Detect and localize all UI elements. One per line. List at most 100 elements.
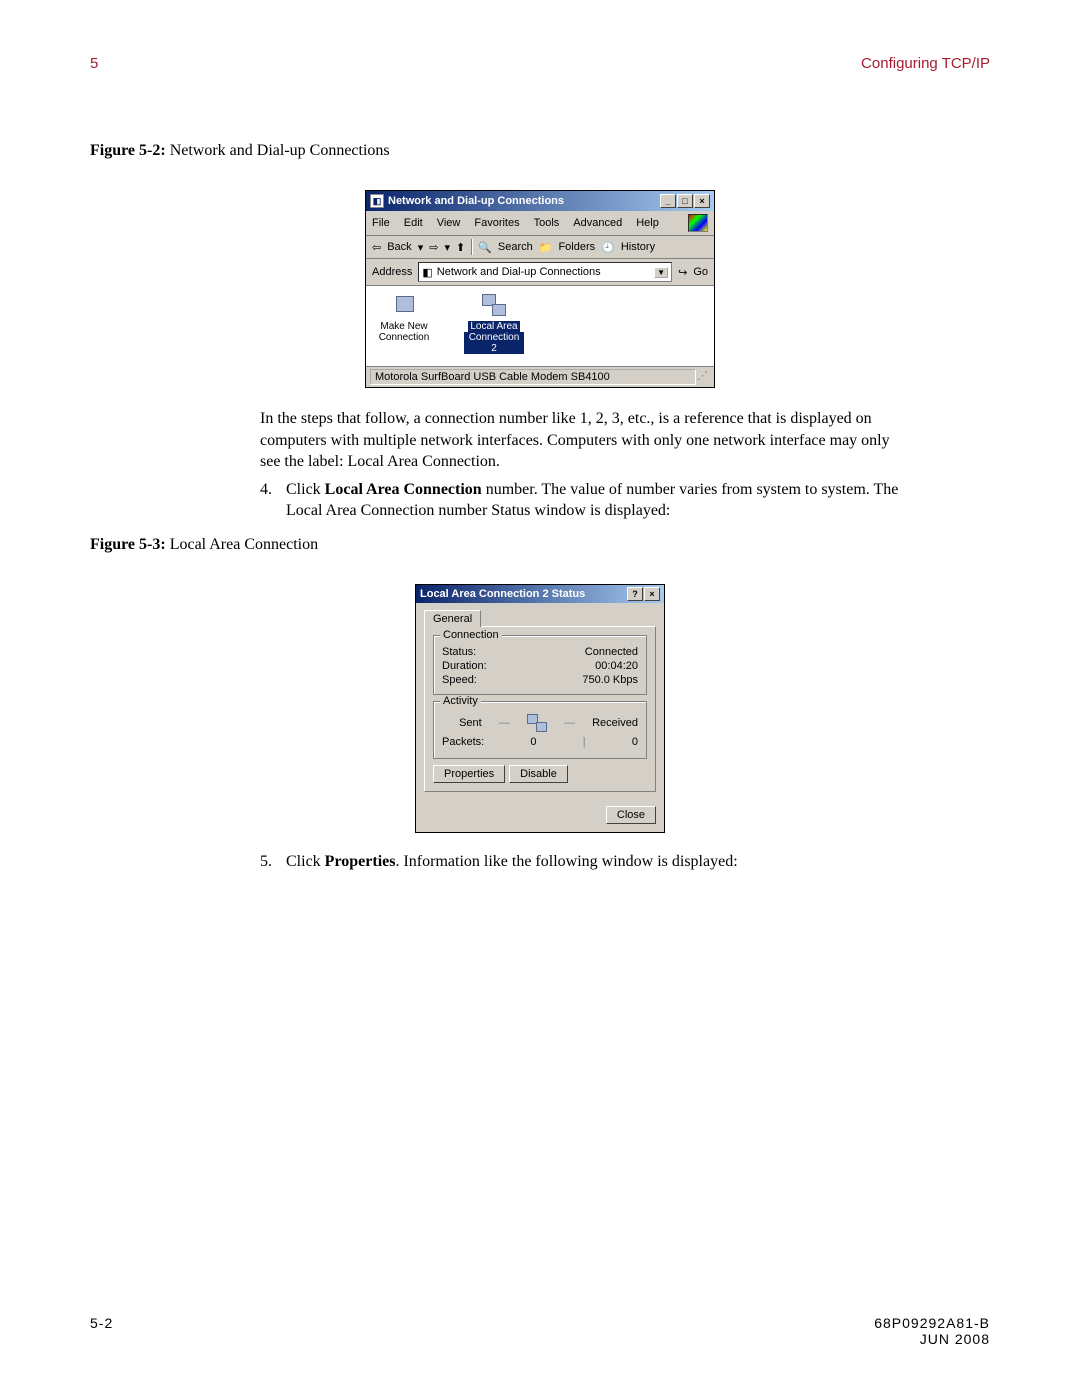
history-button[interactable]: History (621, 241, 655, 253)
address-bar: Address ◧ Network and Dial-up Connection… (366, 259, 714, 286)
page-number: 5-2 (90, 1315, 113, 1347)
local-area-connection-item[interactable]: Local Area Connection 2 (464, 294, 524, 358)
address-dropdown-icon[interactable]: ▼ (654, 267, 668, 278)
status-bar: Motorola SurfBoard USB Cable Modem SB410… (366, 366, 714, 387)
figure-1-caption: Figure 5-2: Network and Dial-up Connecti… (90, 142, 990, 160)
address-icon: ◧ (422, 266, 432, 279)
history-icon[interactable]: 🕘 (601, 241, 615, 254)
close-dialog-button[interactable]: Close (606, 806, 656, 824)
address-value: Network and Dial-up Connections (437, 266, 601, 278)
figure-2-caption: Figure 5-3: Local Area Connection (90, 536, 990, 554)
dialog-body: General Connection Status: Connected Dura… (416, 603, 664, 800)
chapter-number: 5 (90, 55, 98, 72)
step-5: 5. Click Properties. Information like th… (260, 851, 900, 873)
folders-icon[interactable]: 📁 (539, 241, 553, 254)
menu-favorites[interactable]: Favorites (474, 217, 519, 229)
menu-edit[interactable]: Edit (404, 217, 423, 229)
sent-label: Sent (459, 717, 482, 729)
folders-button[interactable]: Folders (558, 241, 595, 253)
packets-label: Packets: (442, 736, 484, 748)
window-icon: ◧ (370, 194, 384, 208)
connection-group: Connection Status:Connected Duration:00:… (433, 635, 647, 695)
group-title-activity: Activity (440, 695, 481, 707)
activity-icon (527, 714, 547, 732)
disable-button[interactable]: Disable (509, 765, 568, 783)
menu-file[interactable]: File (372, 217, 390, 229)
status-value: Connected (585, 646, 638, 658)
network-connections-window: ◧ Network and Dial-up Connections _ □ × … (365, 190, 715, 388)
back-dropdown-icon[interactable]: ▾ (418, 241, 424, 254)
search-icon[interactable]: 🔍 (478, 241, 492, 254)
window-title: Network and Dial-up Connections (388, 195, 660, 207)
make-new-connection-icon (390, 294, 418, 318)
item-label-line1: Local Area (468, 321, 519, 332)
dialog-title: Local Area Connection 2 Status (420, 588, 627, 600)
step-text: Click Local Area Connection number. The … (286, 479, 900, 522)
menu-tools[interactable]: Tools (534, 217, 560, 229)
up-icon[interactable]: ⬆ (456, 241, 465, 254)
window-body: Make New Connection Local Area Connectio… (366, 286, 714, 366)
resize-grip-icon[interactable]: ⋰ (696, 369, 710, 385)
line-icon: — (499, 717, 510, 729)
item-label-line2: Connection 2 (464, 332, 524, 354)
doc-date: JUN 2008 (920, 1331, 990, 1347)
figure-1-text: Network and Dial-up Connections (170, 142, 390, 159)
make-new-connection-item[interactable]: Make New Connection (374, 294, 434, 358)
connection-status-dialog: Local Area Connection 2 Status ? × Gener… (415, 584, 665, 833)
network-connection-icon (480, 294, 508, 318)
step-number: 5. (260, 851, 286, 873)
step-number: 4. (260, 479, 286, 522)
figure-2-label: Figure 5-3: (90, 536, 166, 553)
properties-button[interactable]: Properties (433, 765, 505, 783)
tab-pane: Connection Status:Connected Duration:00:… (424, 626, 656, 792)
doc-id: 68P09292A81-B (874, 1315, 990, 1331)
figure-1-label: Figure 5-2: (90, 142, 166, 159)
paragraph-1: In the steps that follow, a connection n… (260, 408, 900, 473)
step-4: 4. Click Local Area Connection number. T… (260, 479, 900, 522)
go-icon[interactable]: ↪ (678, 266, 687, 279)
help-button[interactable]: ? (627, 587, 643, 601)
dialog-titlebar: Local Area Connection 2 Status ? × (416, 585, 664, 603)
toolbar: ⇦ Back ▾ ⇨ ▾ ⬆ 🔍 Search 📁 Folders 🕘 Hist… (366, 236, 714, 259)
received-label: Received (592, 717, 638, 729)
figure-1: ◧ Network and Dial-up Connections _ □ × … (90, 190, 990, 388)
address-input[interactable]: ◧ Network and Dial-up Connections ▼ (418, 262, 672, 282)
go-button[interactable]: Go (693, 266, 708, 278)
minimize-button[interactable]: _ (660, 194, 676, 208)
back-icon[interactable]: ⇦ (372, 241, 381, 254)
page-header: 5 Configuring TCP/IP (90, 55, 990, 72)
activity-group: Activity Sent — — Received Packets: 0 | … (433, 701, 647, 759)
forward-icon[interactable]: ⇨ (429, 241, 438, 254)
group-title-connection: Connection (440, 629, 502, 641)
status-label: Status: (442, 646, 476, 658)
packets-received-value: 0 (632, 736, 638, 748)
page-footer: 5-2 68P09292A81-B JUN 2008 (90, 1315, 990, 1347)
menu-advanced[interactable]: Advanced (573, 217, 622, 229)
menu-view[interactable]: View (437, 217, 461, 229)
speed-label: Speed: (442, 674, 477, 686)
packets-sent-value: 0 (530, 736, 536, 748)
speed-value: 750.0 Kbps (582, 674, 638, 686)
line-icon: — (564, 717, 575, 729)
item-label-line1: Make New (374, 321, 434, 332)
search-button[interactable]: Search (498, 241, 533, 253)
window-titlebar: ◧ Network and Dial-up Connections _ □ × (366, 191, 714, 211)
menubar: File Edit View Favorites Tools Advanced … (366, 211, 714, 236)
figure-2: Local Area Connection 2 Status ? × Gener… (90, 584, 990, 833)
menu-help[interactable]: Help (636, 217, 659, 229)
item-label-line2: Connection (374, 332, 434, 343)
back-button[interactable]: Back (387, 241, 411, 253)
maximize-button[interactable]: □ (677, 194, 693, 208)
toolbar-separator (471, 239, 472, 255)
header-title: Configuring TCP/IP (861, 55, 990, 72)
close-button[interactable]: × (694, 194, 710, 208)
windows-logo-icon (688, 214, 708, 232)
duration-label: Duration: (442, 660, 487, 672)
figure-2-text: Local Area Connection (170, 536, 318, 553)
close-button[interactable]: × (644, 587, 660, 601)
status-text: Motorola SurfBoard USB Cable Modem SB410… (370, 369, 696, 385)
divider-icon: | (583, 736, 586, 748)
tab-general[interactable]: General (424, 610, 481, 627)
address-label: Address (372, 266, 412, 278)
forward-dropdown-icon[interactable]: ▾ (444, 241, 450, 254)
